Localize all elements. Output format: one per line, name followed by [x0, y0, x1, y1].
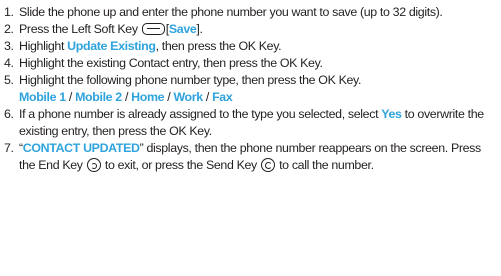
- step-text: Highlight the existing Contact entry, th…: [19, 56, 323, 70]
- end-key-icon: [86, 158, 101, 172]
- bracket-close: ].: [196, 22, 203, 36]
- left-soft-key-icon: [141, 23, 165, 35]
- contact-updated-label: CONTACT UPDATED: [22, 141, 140, 155]
- step-number: 7.: [4, 141, 14, 155]
- option-separator: /: [205, 90, 209, 104]
- step-3: 3. Highlight Update Existing, then press…: [4, 38, 495, 55]
- step-1: 1. Slide the phone up and enter the phon…: [4, 4, 495, 21]
- option-home: Home: [131, 90, 165, 104]
- step-number: 2.: [4, 22, 14, 36]
- step-text: to call the number.: [279, 158, 374, 172]
- step-2: 2. Press the Left Soft Key [Save].: [4, 21, 495, 38]
- send-key-icon: [261, 158, 275, 172]
- step-4: 4. Highlight the existing Contact entry,…: [4, 55, 495, 72]
- step-text: If a phone number is already assigned to…: [19, 107, 379, 121]
- update-existing-label: Update Existing: [67, 39, 156, 53]
- step-5: 5. Highlight the following phone number …: [4, 72, 495, 106]
- step-6: 6. If a phone number is already assigned…: [4, 106, 495, 140]
- option-work: Work: [173, 90, 203, 104]
- option-mobile-1: Mobile 1: [19, 90, 66, 104]
- save-label: Save: [168, 22, 197, 36]
- option-separator: /: [68, 90, 72, 104]
- step-number: 3.: [4, 39, 14, 53]
- step-number: 5.: [4, 73, 14, 87]
- step-text: Slide the phone up and enter the phone n…: [19, 5, 443, 19]
- step-7: 7. “CONTACT UPDATED” displays, then the …: [4, 140, 495, 174]
- step-text: Press the Left Soft Key: [19, 22, 138, 36]
- option-mobile-2: Mobile 2: [75, 90, 122, 104]
- option-fax: Fax: [212, 90, 233, 104]
- step-text: , then press the OK Key.: [155, 39, 282, 53]
- instruction-list: 1. Slide the phone up and enter the phon…: [0, 0, 501, 276]
- step-number: 1.: [4, 5, 14, 19]
- step-text: Highlight the following phone number typ…: [19, 73, 362, 87]
- step-number: 6.: [4, 107, 14, 121]
- option-separator: /: [167, 90, 171, 104]
- step-text: Highlight: [19, 39, 65, 53]
- yes-label: Yes: [381, 107, 402, 121]
- step-number: 4.: [4, 56, 14, 70]
- step-text: to exit, or press the Send Key: [104, 158, 257, 172]
- option-separator: /: [124, 90, 129, 104]
- phone-type-options: Mobile 1 / Mobile 2 / Home / Work / Fax: [19, 89, 495, 106]
